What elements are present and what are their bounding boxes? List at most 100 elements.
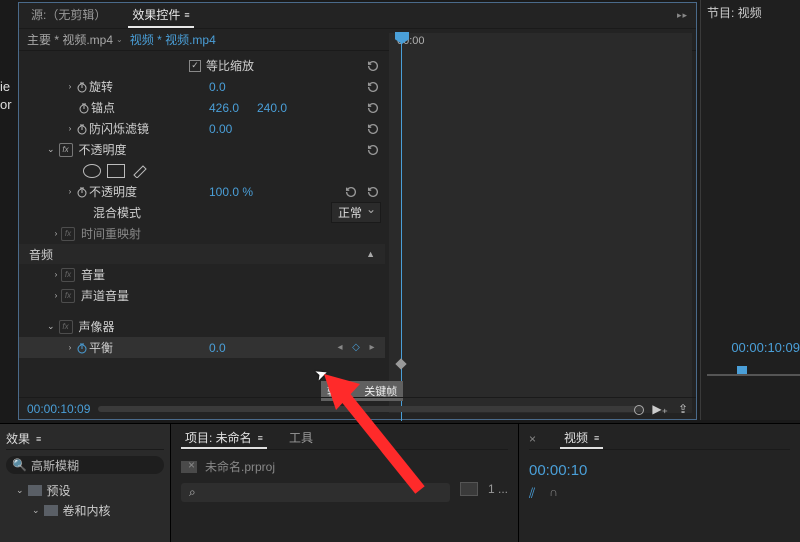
chevron-down-icon[interactable]: ⌄ bbox=[116, 35, 123, 44]
row-panner[interactable]: ⌄ fx 声像器 bbox=[19, 316, 385, 337]
mini-scrubber[interactable] bbox=[98, 406, 644, 412]
loop-play-icon[interactable]: ▶₊ bbox=[652, 402, 668, 416]
program-timecode[interactable]: 00:00:10:09 bbox=[731, 340, 800, 355]
project-path-row: 未命名.prproj bbox=[181, 458, 508, 475]
reset-icon[interactable] bbox=[365, 142, 381, 158]
opacity-label: 不透明度 bbox=[89, 183, 137, 200]
caret-icon[interactable]: › bbox=[65, 343, 75, 352]
row-anchor-point: 锚点 426.0 240.0 bbox=[19, 97, 385, 118]
tab-effect-controls[interactable]: 效果控件≡ bbox=[128, 3, 193, 28]
fx-badge-icon[interactable]: fx bbox=[61, 227, 75, 241]
project-panel: 项目: 未命名≡ 工具 未命名.prproj ⌕ 1 ... bbox=[170, 424, 518, 542]
caret-icon[interactable]: › bbox=[51, 270, 61, 279]
folder-icon bbox=[28, 485, 42, 496]
reset-icon[interactable] bbox=[365, 121, 381, 137]
keyframe-nav: ◂ ◇ ▸ bbox=[333, 342, 379, 353]
fx-badge-icon[interactable]: fx bbox=[59, 320, 73, 334]
flicker-value[interactable]: 0.00 bbox=[209, 122, 232, 136]
caret-icon[interactable]: › bbox=[65, 82, 75, 91]
tree-item-presets[interactable]: ⌄ 预设 bbox=[6, 480, 164, 500]
panel-menu-icon[interactable]: ≡ bbox=[36, 434, 41, 444]
snap-icon[interactable]: ⫽ bbox=[529, 485, 535, 502]
caret-down-icon[interactable]: ⌄ bbox=[47, 321, 55, 332]
rotation-value[interactable]: 0.0 bbox=[209, 80, 226, 94]
panel-menu-icon[interactable]: ≡ bbox=[594, 433, 599, 443]
magnet-icon[interactable]: ∩ bbox=[549, 485, 558, 502]
audio-section-header[interactable]: 音频 ▲ bbox=[19, 244, 385, 264]
caret-icon[interactable]: › bbox=[51, 291, 61, 300]
anchor-y-value[interactable]: 240.0 bbox=[257, 101, 287, 115]
balance-label: 平衡 bbox=[89, 339, 113, 356]
master-clip-label[interactable]: 主要 * 视频.mp4 bbox=[27, 31, 113, 48]
anchor-label: 锚点 bbox=[91, 99, 115, 116]
reset-icon[interactable] bbox=[365, 184, 381, 200]
tab-project[interactable]: 项目: 未命名≡ bbox=[181, 428, 267, 449]
reset-icon[interactable] bbox=[343, 184, 359, 200]
search-icon: ⌕ bbox=[189, 485, 196, 500]
panel-menu-icon[interactable]: ≡ bbox=[184, 10, 189, 20]
panel-menu-icon[interactable]: ≡ bbox=[258, 433, 263, 443]
caret-down-icon[interactable]: ⌄ bbox=[47, 144, 55, 155]
anchor-x-value[interactable]: 426.0 bbox=[209, 101, 239, 115]
row-time-remapping[interactable]: › fx 时间重映射 bbox=[19, 223, 385, 244]
row-volume[interactable]: › fx 音量 bbox=[19, 264, 385, 285]
sequence-timecode[interactable]: 00:00:10 bbox=[529, 462, 790, 479]
timeline-ruler-area[interactable] bbox=[389, 33, 692, 413]
tab-scroll-arrows[interactable]: ▸▸ bbox=[677, 10, 688, 21]
panner-label: 声像器 bbox=[79, 318, 115, 335]
program-playhead[interactable] bbox=[737, 366, 747, 374]
effects-search[interactable]: 🔍 × bbox=[6, 456, 164, 474]
tab-sequence[interactable]: 视频≡ bbox=[560, 428, 603, 449]
collapse-icon[interactable]: ▲ bbox=[366, 249, 375, 259]
stopwatch-icon[interactable] bbox=[75, 80, 89, 94]
effects-search-input[interactable] bbox=[31, 458, 186, 472]
caret-icon[interactable]: › bbox=[65, 187, 75, 196]
clear-search-icon[interactable]: × bbox=[186, 458, 197, 472]
program-scrubber[interactable] bbox=[707, 366, 800, 376]
tab-source[interactable]: 源:（无剪辑） bbox=[27, 3, 110, 28]
properties-list: ✓ 等比缩放 › 旋转 0.0 锚点 426.0 240.0 › bbox=[19, 55, 385, 358]
pen-mask-icon[interactable] bbox=[131, 164, 149, 178]
reset-icon[interactable] bbox=[365, 100, 381, 116]
reset-icon[interactable] bbox=[365, 79, 381, 95]
next-keyframe-icon[interactable]: ▸ bbox=[365, 342, 379, 353]
sequence-clip-label[interactable]: 视频 * 视频.mp4 bbox=[130, 31, 216, 48]
project-search[interactable]: ⌕ bbox=[181, 483, 450, 502]
new-bin-icon[interactable] bbox=[460, 482, 478, 496]
stopwatch-icon[interactable] bbox=[75, 122, 89, 136]
presets-label: 预设 bbox=[47, 482, 71, 499]
fx-badge-icon[interactable]: fx bbox=[61, 268, 75, 282]
folder-icon bbox=[44, 505, 58, 516]
caret-down-icon[interactable]: ⌄ bbox=[16, 485, 24, 496]
project-search-input[interactable] bbox=[196, 485, 442, 500]
close-tab-icon[interactable]: × bbox=[529, 432, 536, 446]
fx-badge-icon[interactable]: fx bbox=[59, 143, 73, 157]
blend-mode-dropdown[interactable]: 正常 bbox=[331, 202, 381, 223]
current-timecode[interactable]: 00:00:10:09 bbox=[27, 402, 90, 416]
time-remapping-label: 时间重映射 bbox=[81, 225, 141, 242]
ellipse-mask-icon[interactable] bbox=[83, 164, 101, 178]
tab-tools[interactable]: 工具 bbox=[285, 428, 317, 449]
row-opacity-header[interactable]: ⌄ fx 不透明度 bbox=[19, 139, 385, 160]
caret-down-icon[interactable]: ⌄ bbox=[32, 505, 40, 516]
program-tab[interactable]: 节目: 视频 bbox=[707, 4, 794, 21]
row-channel-volume[interactable]: › fx 声道音量 bbox=[19, 285, 385, 306]
export-icon[interactable]: ⇪ bbox=[678, 402, 688, 416]
stopwatch-active-icon[interactable] bbox=[75, 341, 89, 355]
fx-badge-icon[interactable]: fx bbox=[61, 289, 75, 303]
row-opacity: › 不透明度 100.0 % bbox=[19, 181, 385, 202]
reset-icon[interactable] bbox=[365, 58, 381, 74]
caret-icon[interactable]: › bbox=[65, 124, 75, 133]
rect-mask-icon[interactable] bbox=[107, 164, 125, 178]
tree-item-convolution[interactable]: ⌄ 卷和内核 bbox=[6, 500, 164, 520]
stopwatch-icon[interactable] bbox=[75, 185, 89, 199]
balance-value[interactable]: 0.0 bbox=[209, 341, 226, 355]
tab-effects[interactable]: 效果≡ bbox=[6, 428, 164, 450]
checkbox[interactable]: ✓ bbox=[189, 60, 201, 72]
add-keyframe-icon[interactable]: ◇ bbox=[349, 342, 363, 353]
stopwatch-icon[interactable] bbox=[77, 101, 91, 115]
prev-keyframe-icon[interactable]: ◂ bbox=[333, 342, 347, 353]
effects-panel: 效果≡ 🔍 × ⌄ 预设 ⌄ 卷和内核 bbox=[0, 424, 170, 542]
caret-icon[interactable]: › bbox=[51, 229, 61, 238]
opacity-value[interactable]: 100.0 % bbox=[209, 185, 253, 199]
